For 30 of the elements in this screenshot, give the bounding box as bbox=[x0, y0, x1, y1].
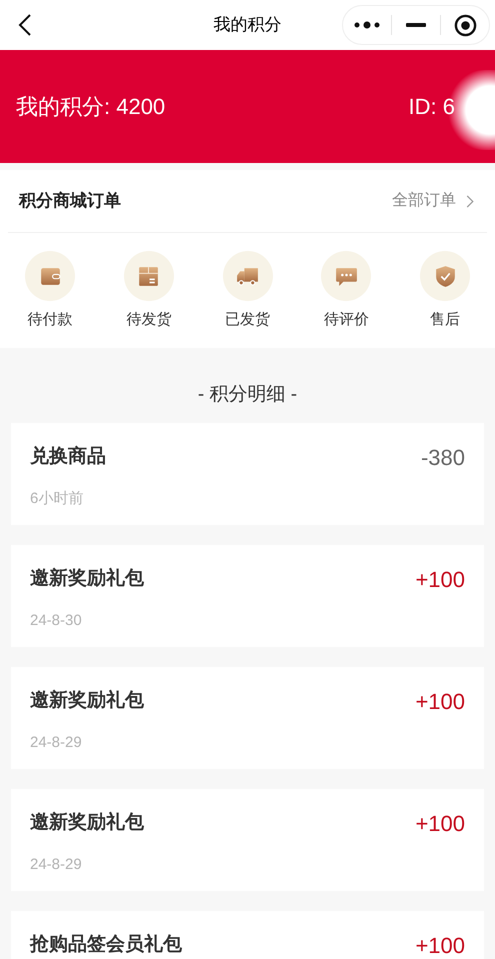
orders-title: 积分商城订单 bbox=[19, 190, 121, 212]
points-total: 我的积分: 4200 bbox=[16, 93, 166, 121]
order-status-button[interactable]: 已发货 bbox=[220, 251, 274, 332]
record-time: 24-8-30 bbox=[30, 610, 83, 630]
back-icon bbox=[18, 13, 32, 37]
record-name: 邀新奖励礼包 bbox=[30, 566, 144, 591]
record-amount: -380 bbox=[420, 444, 465, 472]
more-icon bbox=[354, 21, 380, 29]
order-status-button[interactable]: 售后 bbox=[418, 251, 472, 332]
record-amount: +100 bbox=[415, 688, 465, 716]
record-name: 兑换商品 bbox=[30, 444, 106, 469]
user-id: ID: 6 bbox=[408, 93, 455, 121]
all-orders-link[interactable]: 全部订单 bbox=[392, 189, 474, 213]
record-time: 24-8-29 bbox=[30, 854, 83, 874]
record-amount: +100 bbox=[415, 566, 465, 594]
close-icon bbox=[454, 14, 476, 36]
record-name: 抢购品签会员礼包 bbox=[30, 932, 182, 957]
record-name: 邀新奖励礼包 bbox=[30, 688, 144, 713]
order-status-button[interactable]: 待发货 bbox=[122, 251, 176, 332]
record-time: 6小时前 bbox=[30, 488, 84, 508]
record-amount: +100 bbox=[415, 932, 465, 959]
page-title: 我的积分 bbox=[214, 14, 282, 36]
minimize-icon bbox=[406, 23, 426, 27]
order-status-button[interactable]: 待付款 bbox=[23, 251, 77, 332]
chevron-right-icon bbox=[466, 194, 474, 208]
details-title: - 积分明细 - bbox=[198, 383, 298, 408]
order-status-button[interactable]: 待评价 bbox=[319, 251, 374, 332]
record-amount: +100 bbox=[415, 810, 465, 838]
record-time: 24-8-29 bbox=[30, 732, 83, 752]
record-name: 邀新奖励礼包 bbox=[30, 810, 144, 835]
